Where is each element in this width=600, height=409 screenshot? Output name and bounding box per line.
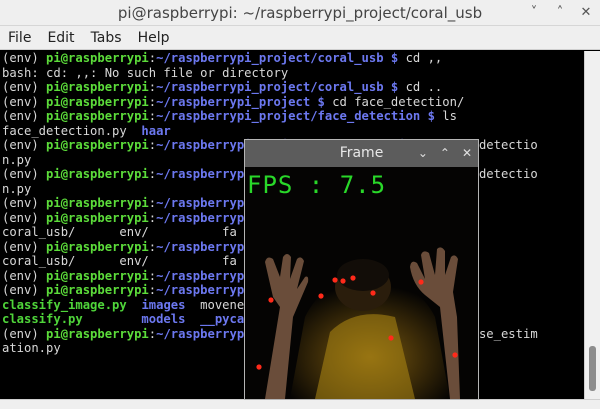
terminal-text: (env) bbox=[2, 196, 47, 210]
terminal-text: (env) bbox=[2, 167, 47, 181]
window-title: pi@raspberrypi: ~/raspberrypi_project/co… bbox=[117, 4, 483, 22]
terminal-text: ~/raspberrypi_project $ bbox=[156, 94, 325, 109]
camera-view: FPS : 7.5 bbox=[245, 167, 478, 399]
terminal-text: pi@raspberrypi bbox=[46, 167, 149, 181]
terminal-text: movene bbox=[185, 297, 245, 312]
terminal-text: : bbox=[148, 109, 157, 123]
terminal-text: (env) bbox=[2, 268, 47, 283]
terminal-text: : bbox=[148, 94, 157, 109]
terminal-text: classify.py bbox=[2, 312, 83, 326]
terminal-text: : bbox=[148, 167, 157, 181]
terminal-line: (env) pi@raspberrypi:~/raspberrypi_proje… bbox=[2, 80, 584, 95]
frame-window[interactable]: Frame ⌄ ⌃ ✕ FPS: 7.5 bbox=[244, 139, 479, 400]
terminal-text: pi@raspberrypi bbox=[46, 109, 149, 123]
terminal-text: : bbox=[148, 80, 157, 94]
terminal-text: pi@raspberrypi bbox=[46, 196, 149, 210]
terminal-text: n.py bbox=[2, 181, 32, 196]
terminal-text: haar bbox=[141, 123, 171, 138]
window-bottom-edge bbox=[0, 399, 600, 409]
terminal-text: (env) bbox=[2, 80, 47, 94]
terminal-text: pi@raspberrypi bbox=[46, 210, 149, 225]
menu-bar: File Edit Tabs Help bbox=[0, 26, 600, 50]
terminal-text: pi@raspberrypi bbox=[46, 51, 149, 65]
terminal-text: models bbox=[141, 312, 186, 326]
frame-title: Frame bbox=[339, 145, 384, 161]
terminal-line: face_detection.py haar bbox=[2, 124, 584, 139]
terminal-text: : bbox=[148, 138, 157, 152]
terminal-text: pi@raspberrypi bbox=[46, 326, 149, 341]
terminal-text: (env) bbox=[2, 138, 47, 152]
terminal-text: : bbox=[148, 326, 157, 341]
terminal-text: classify_image.py bbox=[2, 297, 127, 312]
minimize-icon[interactable]: ˅ bbox=[528, 0, 540, 26]
terminal-text: : bbox=[148, 239, 157, 254]
terminal-text: n.py bbox=[2, 152, 32, 167]
terminal-line: (env) pi@raspberrypi:~/raspberrypi_proje… bbox=[2, 109, 584, 124]
terminal-text: : bbox=[148, 51, 157, 65]
terminal-text: : bbox=[148, 210, 157, 225]
terminal-text: : bbox=[148, 196, 157, 210]
maximize-icon[interactable]: ˄ bbox=[554, 0, 566, 26]
menu-file[interactable]: File bbox=[0, 26, 39, 50]
menu-edit[interactable]: Edit bbox=[39, 26, 82, 50]
menu-tabs[interactable]: Tabs bbox=[83, 26, 130, 50]
terminal-text: ~/raspberrypi_project/coral_usb $ bbox=[156, 51, 399, 65]
scrollbar-thumb[interactable] bbox=[589, 346, 596, 391]
terminal-text: pi@raspberrypi bbox=[46, 138, 149, 152]
terminal-text: : bbox=[148, 268, 157, 283]
pose-estimation-image bbox=[245, 167, 478, 399]
menu-help[interactable]: Help bbox=[130, 26, 178, 50]
terminal-text: ls bbox=[434, 109, 457, 123]
terminal-line: (env) pi@raspberrypi:~/raspberrypi_proje… bbox=[2, 51, 584, 66]
frame-title-bar[interactable]: Frame ⌄ ⌃ ✕ bbox=[245, 140, 478, 167]
terminal-scrollbar[interactable] bbox=[584, 51, 600, 399]
terminal-text: cd face_detection/ bbox=[324, 94, 465, 109]
terminal-text: pi@raspberrypi bbox=[46, 94, 149, 109]
terminal-text: pi@raspberrypi bbox=[46, 268, 149, 283]
fps-counter: FPS : 7.5 bbox=[247, 171, 387, 199]
frame-close-icon[interactable]: ✕ bbox=[462, 140, 472, 167]
terminal-text: ~/raspberrypi_project/face_detection $ bbox=[156, 109, 435, 123]
terminal-text: face_detection.py bbox=[2, 123, 142, 138]
terminal-text: cd ,, bbox=[398, 51, 443, 65]
terminal-text: (env) bbox=[2, 326, 47, 341]
terminal-text: pi@raspberrypi bbox=[46, 80, 149, 94]
terminal-text: coral_usb/ env/ fa bbox=[2, 225, 237, 239]
terminal-text: images bbox=[141, 297, 186, 312]
terminal-line: bash: cd: ,,: No such file or directory bbox=[2, 66, 584, 81]
terminal-text: __pyca bbox=[200, 312, 245, 326]
terminal-text: (env) bbox=[2, 210, 47, 225]
terminal-text: : bbox=[148, 283, 157, 297]
terminal-title-bar: pi@raspberrypi: ~/raspberrypi_project/co… bbox=[0, 0, 600, 26]
terminal-text: ~/raspberrypi_project/coral_usb $ bbox=[156, 80, 399, 94]
terminal-text: (env) bbox=[2, 283, 47, 297]
terminal-line: (env) pi@raspberrypi:~/raspberrypi_proje… bbox=[2, 95, 584, 110]
terminal-text: pi@raspberrypi bbox=[46, 239, 149, 254]
frame-minimize-icon[interactable]: ⌄ bbox=[418, 140, 428, 167]
terminal-text: ation.py bbox=[2, 341, 61, 355]
frame-maximize-icon[interactable]: ⌃ bbox=[440, 140, 450, 167]
terminal-text: (env) bbox=[2, 239, 47, 254]
terminal-text: pi@raspberrypi bbox=[46, 283, 149, 297]
terminal-text: cd .. bbox=[398, 80, 443, 94]
close-icon[interactable]: ✕ bbox=[580, 0, 592, 26]
terminal-text: coral_usb/ env/ fa bbox=[2, 254, 237, 268]
window-controls: ˅ ˄ ✕ bbox=[528, 0, 592, 26]
terminal-text: (env) bbox=[2, 109, 47, 123]
terminal-text: (env) bbox=[2, 94, 47, 109]
terminal-text: bash: cd: ,,: No such file or directory bbox=[2, 65, 289, 80]
frame-window-controls: ⌄ ⌃ ✕ bbox=[418, 140, 472, 167]
terminal-text: (env) bbox=[2, 51, 47, 65]
